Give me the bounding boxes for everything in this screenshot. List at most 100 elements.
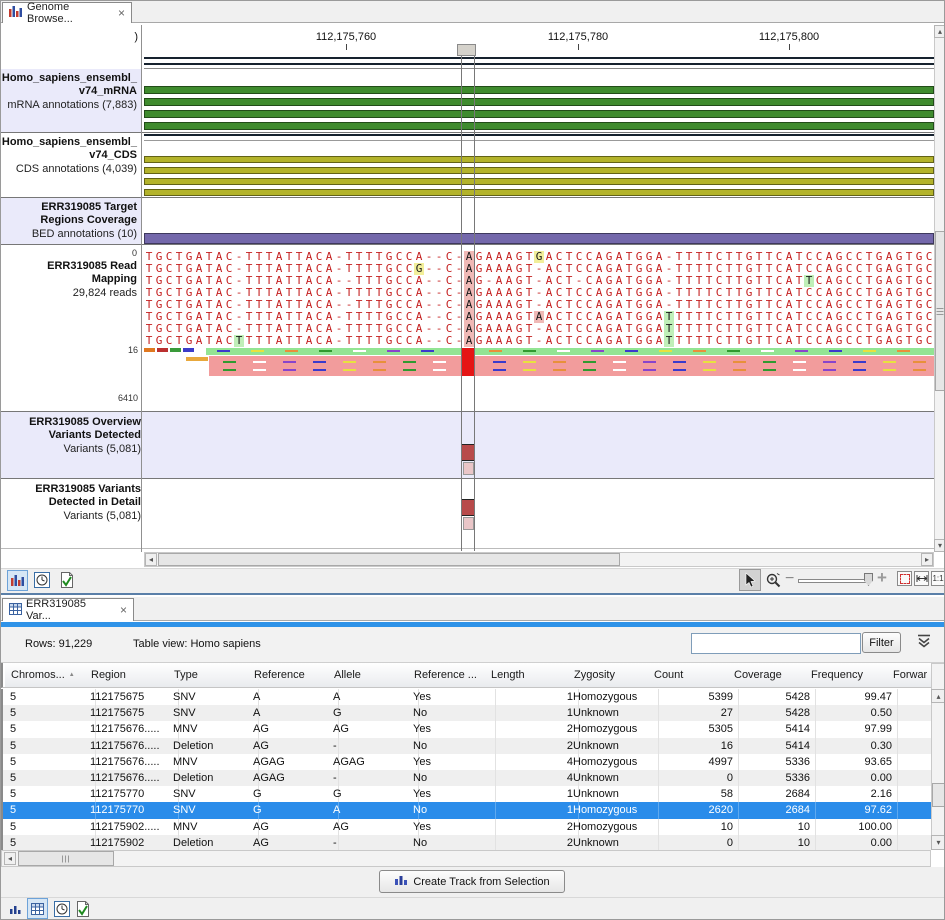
table-cell[interactable]: G bbox=[328, 786, 419, 802]
table-cell[interactable]: 1 bbox=[485, 802, 579, 818]
history-view-button[interactable] bbox=[53, 900, 71, 918]
zoom-in-plus[interactable]: + bbox=[877, 568, 887, 588]
table-row[interactable]: 5112175676.....MNVAGAGAGAGYes4Homozygous… bbox=[3, 754, 931, 770]
table-cell[interactable]: AG bbox=[248, 721, 339, 737]
column-header-allele[interactable]: Allele bbox=[328, 663, 415, 687]
table-cell[interactable]: 5399 bbox=[648, 689, 739, 705]
scroll-down-button[interactable]: ▾ bbox=[934, 539, 945, 552]
panel-divider[interactable] bbox=[1, 593, 945, 595]
table-cell[interactable]: 1 bbox=[485, 705, 579, 721]
variant-marker[interactable] bbox=[461, 499, 475, 516]
table-cell[interactable]: Deletion bbox=[168, 835, 259, 850]
table-view-button[interactable] bbox=[27, 898, 48, 919]
table-cell[interactable]: 5 bbox=[5, 770, 96, 786]
table-cell[interactable]: 2684 bbox=[728, 802, 816, 818]
column-header-type[interactable]: Type bbox=[168, 663, 255, 687]
history-view-button[interactable] bbox=[33, 571, 51, 589]
table-cell[interactable]: Homozygous bbox=[568, 689, 659, 705]
table-cell[interactable]: 58 bbox=[648, 786, 739, 802]
table-cell[interactable]: 5 bbox=[5, 819, 96, 835]
table-cell[interactable]: Yes bbox=[408, 721, 496, 737]
table-cell[interactable]: 0.50 bbox=[805, 705, 898, 721]
table-cell[interactable]: Unknown bbox=[568, 705, 659, 721]
advanced-filter-chevron-icon[interactable] bbox=[916, 633, 936, 653]
scroll-right-button[interactable]: ▸ bbox=[921, 553, 933, 566]
table-cell[interactable]: 112175676..... bbox=[85, 738, 179, 754]
table-cell[interactable]: 2684 bbox=[728, 786, 816, 802]
table-cell[interactable]: 5 bbox=[5, 786, 96, 802]
table-row[interactable]: 5112175676.....DeletionAG-No2Unknown1654… bbox=[3, 738, 931, 754]
table-cell[interactable] bbox=[887, 689, 931, 705]
table-cell[interactable]: 5428 bbox=[728, 689, 816, 705]
table-cell[interactable]: 10 bbox=[728, 835, 816, 850]
vscroll-handle[interactable] bbox=[932, 783, 945, 807]
table-cell[interactable]: Homozygous bbox=[568, 754, 659, 770]
table-cell[interactable] bbox=[887, 819, 931, 835]
close-icon[interactable]: × bbox=[120, 603, 127, 617]
table-cell[interactable]: 0.30 bbox=[805, 738, 898, 754]
table-cell[interactable]: 112175902 bbox=[85, 835, 179, 850]
table-cell[interactable]: AG bbox=[248, 835, 339, 850]
table-cell[interactable]: No bbox=[408, 738, 496, 754]
selection-handle[interactable] bbox=[457, 44, 476, 56]
zoom-tool-button[interactable] bbox=[763, 570, 783, 590]
table-row[interactable]: 5112175902.....MNVAGAGYes2Homozygous1010… bbox=[3, 819, 931, 835]
filter-input[interactable] bbox=[691, 633, 861, 654]
table-cell[interactable]: 99.47 bbox=[805, 689, 898, 705]
table-cell[interactable]: Homozygous bbox=[568, 819, 659, 835]
table-cell[interactable]: No bbox=[408, 770, 496, 786]
table-cell[interactable]: G bbox=[248, 786, 339, 802]
table-cell[interactable]: 2.16 bbox=[805, 786, 898, 802]
table-cell[interactable]: A bbox=[248, 705, 339, 721]
table-cell[interactable]: 2 bbox=[485, 819, 579, 835]
column-header-reference[interactable]: Reference ... bbox=[408, 663, 492, 687]
table-cell[interactable]: A bbox=[248, 689, 339, 705]
table-row[interactable]: 5112175675SNVAGNo1Unknown2754280.50 bbox=[3, 705, 931, 721]
zoom-to-selection-button[interactable] bbox=[897, 571, 912, 586]
variant-marker[interactable] bbox=[461, 444, 475, 461]
table-cell[interactable]: G bbox=[328, 705, 419, 721]
element-info-button[interactable] bbox=[74, 900, 92, 918]
column-header-zygosity[interactable]: Zygosity bbox=[568, 663, 655, 687]
table-cell[interactable]: 112175902..... bbox=[85, 819, 179, 835]
column-header-region[interactable]: Region bbox=[85, 663, 175, 687]
table-cell[interactable]: No bbox=[408, 705, 496, 721]
table-cell[interactable]: 97.99 bbox=[805, 721, 898, 737]
element-info-button[interactable] bbox=[58, 571, 76, 589]
track-list-view-button[interactable] bbox=[7, 570, 28, 591]
table-cell[interactable]: Unknown bbox=[568, 786, 659, 802]
table-cell[interactable]: 112175676..... bbox=[85, 770, 179, 786]
table-cell[interactable]: 112175770 bbox=[85, 786, 179, 802]
vscroll-handle[interactable] bbox=[935, 231, 945, 391]
tab-variant-table[interactable]: ERR319085 Var... × bbox=[2, 598, 134, 621]
table-cell[interactable]: 5 bbox=[5, 689, 96, 705]
table-cell[interactable]: 1 bbox=[485, 689, 579, 705]
table-cell[interactable]: AGAG bbox=[328, 754, 419, 770]
table-cell[interactable]: Deletion bbox=[168, 770, 259, 786]
fit-width-button[interactable] bbox=[914, 571, 929, 586]
scroll-up-button[interactable]: ▴ bbox=[934, 25, 945, 38]
track-view-button[interactable] bbox=[7, 900, 24, 917]
table-cell[interactable] bbox=[887, 770, 931, 786]
table-cell[interactable]: SNV bbox=[168, 705, 259, 721]
table-cell[interactable]: SNV bbox=[168, 786, 259, 802]
table-cell[interactable]: 5 bbox=[5, 705, 96, 721]
table-cell[interactable]: 100.00 bbox=[805, 819, 898, 835]
table-cell[interactable]: Yes bbox=[408, 689, 496, 705]
table-cell[interactable] bbox=[887, 754, 931, 770]
table-cell[interactable] bbox=[887, 721, 931, 737]
table-cell[interactable] bbox=[887, 705, 931, 721]
table-cell[interactable]: 5 bbox=[5, 754, 96, 770]
table-cell[interactable]: 5 bbox=[5, 835, 96, 850]
table-cell[interactable] bbox=[887, 786, 931, 802]
variant-marker[interactable] bbox=[463, 517, 474, 530]
table-cell[interactable]: 4997 bbox=[648, 754, 739, 770]
table-cell[interactable]: No bbox=[408, 835, 496, 850]
table-cell[interactable]: 93.65 bbox=[805, 754, 898, 770]
table-cell[interactable] bbox=[887, 738, 931, 754]
column-header-reference[interactable]: Reference bbox=[248, 663, 335, 687]
scroll-left-button[interactable]: ◂ bbox=[145, 553, 157, 566]
filter-button[interactable]: Filter bbox=[862, 632, 901, 653]
table-hscrollbar[interactable] bbox=[1, 850, 931, 867]
table-cell[interactable]: Yes bbox=[408, 754, 496, 770]
